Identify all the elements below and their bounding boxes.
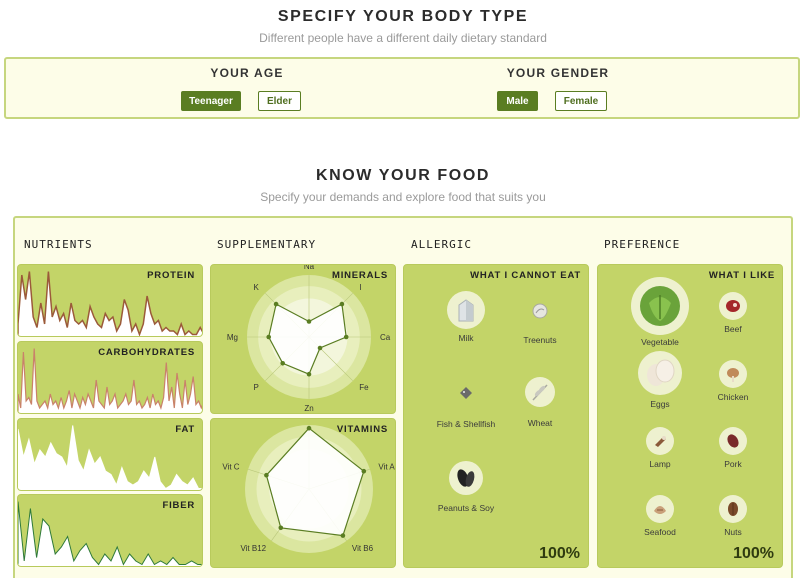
peanuts-icon xyxy=(449,461,483,495)
nutrients-heading: NUTRIENTS xyxy=(24,238,93,251)
fish-icon xyxy=(456,383,476,403)
pork-icon xyxy=(719,427,747,455)
pref-nuts[interactable]: Nuts xyxy=(683,495,782,537)
allergy-peanuts[interactable]: Peanuts & Soy xyxy=(416,461,516,513)
allergy-treenuts[interactable]: Treenuts xyxy=(490,301,588,345)
vitamin-axis-label-4: Vit C xyxy=(222,462,239,471)
pref-chicken[interactable]: Chicken xyxy=(683,360,782,402)
allergy-peanuts-label: Peanuts & Soy xyxy=(437,503,495,513)
carbohydrates-card[interactable]: CARBOHYDRATES xyxy=(17,341,203,414)
nuts-icon xyxy=(719,495,747,523)
mineral-axis-label-7: K xyxy=(253,283,259,292)
fiber-series xyxy=(18,501,202,566)
pref-beef-label: Beef xyxy=(724,324,742,334)
pref-nuts-label: Nuts xyxy=(724,527,742,537)
preference-card-title: WHAT I LIKE xyxy=(708,270,775,281)
vitamin-point-0 xyxy=(306,425,312,431)
gender-male-button[interactable]: Male xyxy=(497,91,538,111)
body-type-subtitle: Different people have a different daily … xyxy=(259,31,547,45)
lamb-icon xyxy=(646,427,674,455)
pref-pork-label: Pork xyxy=(724,459,742,469)
protein-card[interactable]: PROTEIN xyxy=(17,264,203,337)
fiber-card[interactable]: FIBER xyxy=(17,494,203,567)
pref-vegetable-label: Vegetable xyxy=(641,337,679,347)
fat-series xyxy=(18,425,202,490)
vitamins-card[interactable]: Vit D Vit A Vit B6 Vit B12 Vit C VITAMINS xyxy=(210,418,396,568)
chicken-icon xyxy=(719,360,747,388)
fiber-label: FIBER xyxy=(162,500,195,511)
vitamin-point-1 xyxy=(361,468,367,474)
vegetable-icon xyxy=(631,277,689,335)
mineral-axis-label-6: Mg xyxy=(227,333,238,342)
food-subtitle: Specify your demands and explore food th… xyxy=(260,190,546,204)
food-title: KNOW YOUR FOOD xyxy=(315,167,491,184)
allergy-wheat-label: Wheat xyxy=(527,418,553,428)
fat-label: FAT xyxy=(175,424,195,435)
carbohydrates-label: CARBOHYDRATES xyxy=(98,347,195,358)
age-teenager-button[interactable]: Teenager xyxy=(181,91,241,111)
mineral-axis-label-3: Fe xyxy=(359,383,369,392)
mineral-axis-label-0: Na xyxy=(304,265,315,271)
body-type-panel xyxy=(4,57,800,119)
preference-heading: PREFERENCE xyxy=(604,238,681,251)
mineral-point-4 xyxy=(306,371,312,377)
mineral-point-7 xyxy=(273,301,279,307)
vitamin-axis-label-0: Vit D xyxy=(300,419,317,421)
allergic-card-title: WHAT I CANNOT EAT xyxy=(470,270,581,281)
minerals-label: MINERALS xyxy=(331,270,388,281)
carbohydrates-series xyxy=(18,348,202,413)
milk-icon xyxy=(447,291,485,329)
mineral-axis-label-4: Zn xyxy=(304,404,313,413)
eggs-icon xyxy=(638,351,682,395)
allergy-wheat[interactable]: Wheat xyxy=(490,377,588,428)
mineral-point-0 xyxy=(306,319,312,324)
fat-card[interactable]: FAT xyxy=(17,418,203,491)
gender-title: YOUR GENDER xyxy=(506,66,610,80)
vitamin-point-2 xyxy=(340,533,346,538)
minerals-radar: Na I Ca Fe Zn P Mg K xyxy=(227,265,391,413)
vitamin-point-3 xyxy=(278,525,284,531)
pref-pork[interactable]: Pork xyxy=(683,427,782,469)
vitamin-axis-label-3: Vit B12 xyxy=(240,544,266,553)
wheat-icon xyxy=(525,377,555,407)
pref-beef[interactable]: Beef xyxy=(683,292,782,334)
preference-card: WHAT I LIKE Vegetable Beef Eggs Chicken … xyxy=(597,264,783,568)
vitamins-label: VITAMINS xyxy=(336,424,388,435)
beef-icon xyxy=(719,292,747,320)
supplementary-heading: SUPPLEMENTARY xyxy=(217,238,317,251)
mineral-point-6 xyxy=(266,334,271,340)
allergic-heading: ALLERGIC xyxy=(411,238,472,251)
mineral-point-5 xyxy=(280,361,285,366)
allergy-treenuts-label: Treenuts xyxy=(523,335,557,345)
minerals-card[interactable]: Na I Ca Fe Zn P Mg K MINERALS xyxy=(210,264,396,414)
mineral-point-3 xyxy=(317,345,323,351)
mineral-axis-label-5: P xyxy=(253,383,258,392)
gender-female-button[interactable]: Female xyxy=(555,91,607,111)
body-type-title: SPECIFY YOUR BODY TYPE xyxy=(277,8,529,25)
allergic-percent: 100% xyxy=(539,545,580,562)
treenuts-icon xyxy=(530,301,550,321)
protein-series xyxy=(18,271,202,336)
mineral-point-1 xyxy=(339,301,345,307)
vitamin-axis-label-2: Vit B6 xyxy=(352,544,374,553)
allergic-card: WHAT I CANNOT EAT Milk Treenuts Fish & S… xyxy=(403,264,589,568)
mineral-point-2 xyxy=(343,334,349,340)
age-elder-button[interactable]: Elder xyxy=(258,91,301,111)
preference-percent: 100% xyxy=(733,545,774,562)
age-title: YOUR AGE xyxy=(210,66,284,80)
vitamin-axis-label-1: Vit A xyxy=(378,462,395,471)
mineral-axis-label-2: Ca xyxy=(380,333,391,342)
mineral-axis-label-1: I xyxy=(359,283,361,292)
pref-chicken-label: Chicken xyxy=(717,392,749,402)
vitamins-radar: Vit D Vit A Vit B6 Vit B12 Vit C xyxy=(222,419,395,553)
seafood-icon xyxy=(646,495,674,523)
protein-label: PROTEIN xyxy=(147,270,195,281)
vitamin-point-4 xyxy=(264,472,269,478)
